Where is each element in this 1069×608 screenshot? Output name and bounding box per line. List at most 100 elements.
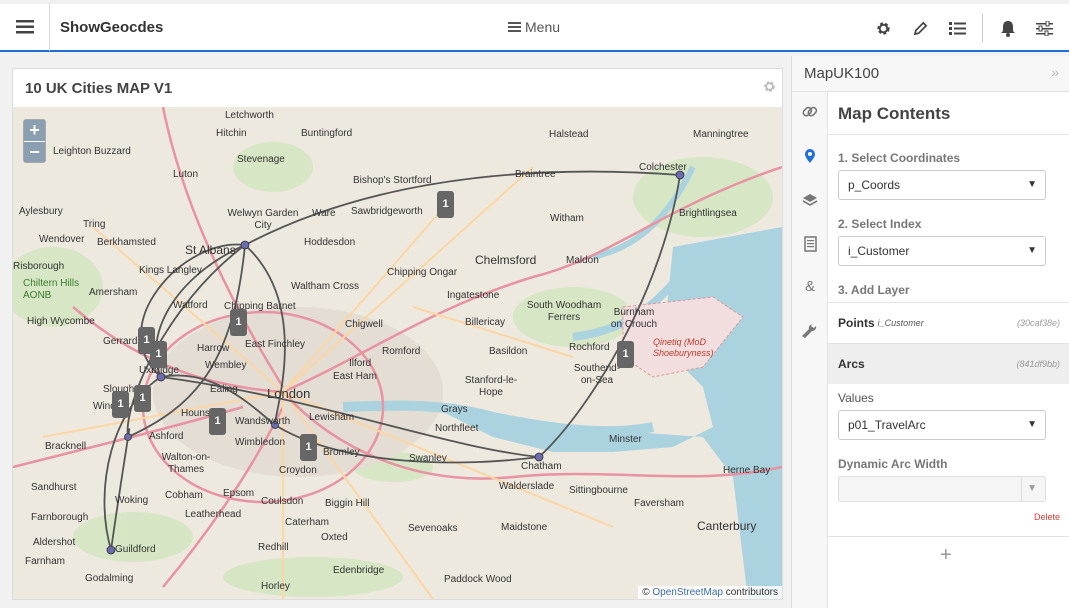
- map-place-label: Welwyn Garden City: [227, 208, 299, 231]
- link-icon[interactable]: [792, 104, 828, 120]
- list-icon: [949, 21, 966, 35]
- panel-settings-icon[interactable]: [763, 80, 776, 93]
- map-place-label: Biggin Hill: [325, 498, 370, 509]
- map-cluster-marker[interactable]: 1: [150, 341, 167, 368]
- map-cluster-marker[interactable]: 1: [112, 391, 129, 418]
- layer-row-points[interactable]: Points i_Customer (30caf38e): [828, 303, 1069, 343]
- map-place-label: Walderslade: [499, 481, 555, 492]
- map-place-label: Bracknell: [45, 441, 87, 452]
- map-place-label: Basildon: [489, 346, 528, 357]
- map-cluster-marker[interactable]: 1: [617, 341, 634, 368]
- map-place-label: Cobham: [165, 490, 203, 501]
- hamburger-menu-button[interactable]: [0, 3, 50, 51]
- map-place-label: Chigwell: [345, 319, 383, 330]
- map-cluster-marker[interactable]: 1: [300, 434, 317, 461]
- map-place-label: Maldon: [566, 255, 599, 266]
- index-select-value: i_Customer: [848, 244, 910, 258]
- ampersand-icon[interactable]: &: [792, 278, 828, 295]
- map-panel-header: 10 UK Cities MAP V1: [13, 69, 782, 107]
- map-cluster-marker[interactable]: 1: [230, 309, 247, 336]
- map-place-label: Epsom: [223, 488, 255, 499]
- map-place-label: Paddock Wood: [444, 574, 512, 585]
- values-label: Values: [838, 391, 874, 405]
- layer-name: Arcs: [838, 357, 865, 371]
- coordinates-select[interactable]: p_Coords ▼: [838, 170, 1046, 200]
- map-place-label: Stevenage: [237, 154, 285, 165]
- map-place-label: Brightlingsea: [679, 208, 737, 219]
- dynamic-arc-width-select[interactable]: ▼: [838, 476, 1046, 502]
- notifications-button[interactable]: [989, 4, 1026, 52]
- map-place-label: Halstead: [549, 129, 589, 140]
- map-place-label: Redhill: [258, 542, 289, 553]
- select-index-label: 2. Select Index: [838, 217, 922, 231]
- map-place-label: Canterbury: [697, 519, 757, 533]
- zoom-out-button[interactable]: −: [24, 141, 45, 162]
- map-place-label: Luton: [173, 169, 199, 180]
- layer-id: (30caf38e): [1016, 318, 1060, 328]
- layer-row-arcs[interactable]: Arcs (841df9bb): [828, 344, 1069, 384]
- map-place-label: Hoddesdon: [304, 237, 356, 248]
- map-place-label: Watford: [173, 300, 208, 311]
- sidebar-rail: &: [792, 92, 828, 608]
- map-place-label: Sevenoaks: [408, 523, 458, 534]
- divider: [828, 134, 1069, 135]
- delete-layer-link[interactable]: Delete: [1034, 512, 1060, 522]
- map-place-label: Lewisham: [309, 412, 355, 423]
- map-place-label: Wendover: [39, 234, 85, 245]
- add-layer-button[interactable]: +: [940, 544, 952, 567]
- values-select-value: p01_TravelArc: [848, 418, 926, 432]
- map-place-label: Edenbridge: [333, 565, 385, 576]
- menu-label: Menu: [525, 19, 561, 35]
- layer-index-name: i_Customer: [877, 318, 924, 328]
- map-place-label: Sandhurst: [31, 482, 77, 493]
- list-button[interactable]: [939, 4, 976, 52]
- map-place-label: Ingatestone: [447, 290, 500, 301]
- chevron-down-icon: ▼: [1027, 419, 1037, 430]
- map-place-label: Southend-on-Sea: [573, 363, 621, 386]
- dynamic-arc-width-label: Dynamic Arc Width: [838, 457, 948, 471]
- map-canvas[interactable]: Letchworth Hitchin Buntingford Halstead …: [13, 107, 782, 599]
- chevron-down-icon: ▼: [1027, 245, 1037, 256]
- menu-button[interactable]: Menu: [508, 19, 560, 35]
- map-place-label: Maidstone: [501, 522, 548, 533]
- map-place-label: Caterham: [285, 517, 329, 528]
- settings-button[interactable]: [865, 4, 902, 52]
- zoom-in-button[interactable]: +: [24, 120, 45, 141]
- layers-icon[interactable]: [792, 192, 828, 208]
- sidebar-content: Map Contents 1. Select Coordinates p_Coo…: [828, 92, 1069, 608]
- values-select[interactable]: p01_TravelArc ▼: [838, 410, 1046, 440]
- wrench-icon[interactable]: [792, 324, 828, 340]
- map-place-label: Tring: [83, 219, 106, 230]
- map-place-label: Ealing: [210, 384, 238, 395]
- map-place-label: Walton-on-Thames: [161, 452, 211, 475]
- top-bar: ShowGeocdes Menu: [0, 3, 1069, 52]
- map-cluster-marker[interactable]: 1: [209, 408, 226, 435]
- attribution-suffix: contributors: [722, 587, 778, 598]
- map-place-label: Colchester: [639, 162, 687, 173]
- filters-button[interactable]: [1026, 4, 1063, 52]
- collapse-sidebar-button[interactable]: »: [1051, 64, 1059, 80]
- index-select[interactable]: i_Customer ▼: [838, 236, 1046, 266]
- openstreetmap-link[interactable]: OpenStreetMap: [652, 587, 723, 598]
- map-place-label: Horley: [261, 581, 290, 592]
- map-place-label: Buntingford: [301, 128, 353, 139]
- map-place-label: Guildford: [115, 544, 156, 555]
- map-cluster-marker[interactable]: 1: [437, 191, 454, 218]
- hamburger-icon: [15, 20, 34, 34]
- map-place-label: Manningtree: [693, 129, 749, 140]
- map-place-label: Harrow: [197, 343, 230, 354]
- map-place-label: Farnborough: [31, 512, 89, 523]
- map-place-label: Ashford: [149, 431, 184, 442]
- map-place-label: Leighton Buzzard: [53, 146, 131, 157]
- edit-button[interactable]: [902, 4, 939, 52]
- document-icon[interactable]: [792, 236, 828, 252]
- map-cluster-marker[interactable]: 1: [134, 385, 151, 412]
- map-title: 10 UK Cities MAP V1: [25, 79, 173, 97]
- settings-icon: [877, 21, 890, 35]
- menu-icon: [508, 22, 521, 32]
- map-place-label: Waltham Cross: [291, 281, 359, 292]
- layer-id: (841df9bb): [1016, 359, 1060, 369]
- map-place-label: Billericay: [465, 317, 506, 328]
- map-place-label: Amersham: [89, 287, 138, 298]
- map-marker-icon[interactable]: [792, 148, 828, 164]
